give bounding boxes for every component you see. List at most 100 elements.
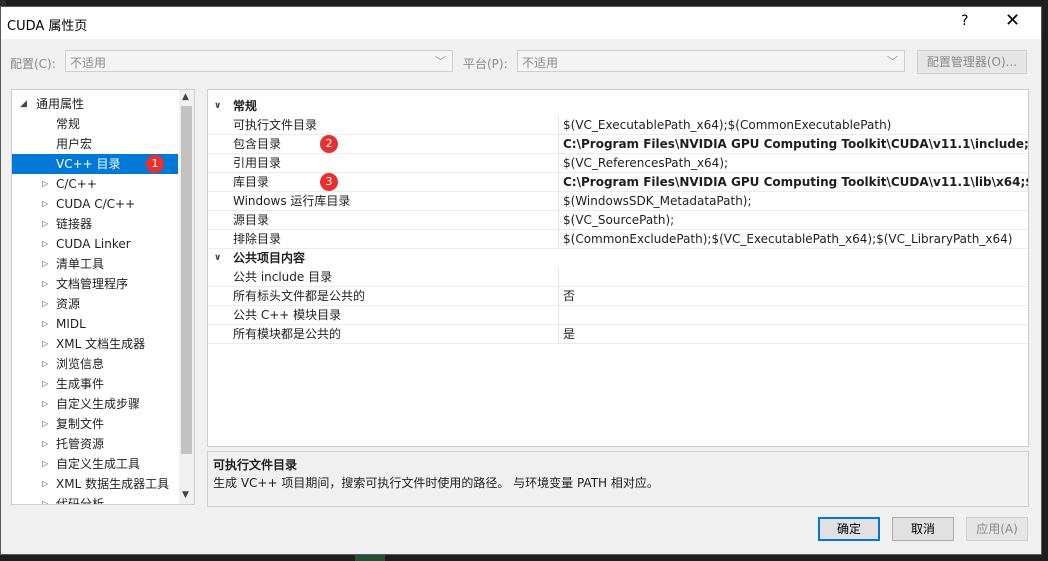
property-row[interactable]: 可执行文件目录 $(VC_ExecutablePath_x64);$(Common… [208,116,1028,135]
property-row[interactable]: 源目录 $(VC_SourcePath); [208,211,1028,230]
property-row[interactable]: 所有标头文件都是公共的 否 [208,287,1028,306]
property-name: 所有模块都是公共的 [233,327,342,341]
category-label: 公共项目内容 [233,251,306,265]
tree-item[interactable]: ▷ 浏览信息 [12,354,178,374]
collapsed-arrow-icon[interactable]: ▷ [42,374,48,394]
collapsed-arrow-icon[interactable]: ▷ [42,194,48,214]
row-separator [208,343,1028,344]
property-value[interactable]: $(VC_ReferencesPath_x64); [558,154,1028,173]
close-icon[interactable]: ✕ [1005,10,1020,31]
property-name: 包含目录 [233,137,282,151]
property-value[interactable]: $(WindowsSDK_MetadataPath); [558,192,1028,211]
collapsed-arrow-icon[interactable]: ▷ [42,254,48,274]
tree-item[interactable]: ▷ CUDA Linker [12,234,178,254]
collapsed-arrow-icon[interactable]: ▷ [42,334,48,354]
property-value[interactable]: 是 [558,325,1028,344]
cancel-button[interactable]: 取消 [892,517,954,541]
collapsed-arrow-icon[interactable]: ▷ [42,294,48,314]
collapsed-arrow-icon[interactable]: ▷ [42,454,48,474]
category-general[interactable]: ∨ 常规 [208,97,1028,116]
collapsed-arrow-icon[interactable]: ▷ [42,494,48,504]
tree-item[interactable]: ▷ XML 数据生成器工具 [12,474,178,494]
property-row[interactable]: 引用目录 $(VC_ReferencesPath_x64); [208,154,1028,173]
tree-item[interactable]: ▷ CUDA C/C++ [12,194,178,214]
tree-item[interactable]: ▷ 代码分析 [12,494,178,504]
property-value[interactable]: 否 [558,287,1028,306]
tree-item[interactable]: ▷ MIDL [12,314,178,334]
property-name: 所有标头文件都是公共的 [233,289,366,303]
property-row[interactable]: 所有模块都是公共的 是 [208,325,1028,344]
tree-item-label: 浏览信息 [56,357,105,371]
tree-item-label: 托管资源 [56,437,105,451]
collapsed-arrow-icon[interactable]: ▷ [42,394,48,414]
tree-item-label: 生成事件 [56,377,105,391]
tree-item[interactable]: ▷ 自定义生成工具 [12,454,178,474]
scroll-up-icon[interactable]: ▲ [182,92,189,102]
property-tree: ◢ 通用属性 常规 用户宏 VC++ 目录 1 ▷ C/C++ ▷ CUDA C/C++ ▷ 链接器 ▷… [11,89,195,505]
collapsed-arrow-icon[interactable]: ▷ [42,414,48,434]
property-row[interactable]: 公共 C++ 模块目录 [208,306,1028,325]
collapsed-arrow-icon[interactable]: ▷ [42,174,48,194]
background-editor-fragment [355,555,385,561]
property-value[interactable]: $(VC_ExecutablePath_x64);$(CommonExecuta… [558,116,1028,135]
tree-scrollbar[interactable]: ▲ ▼ [179,90,194,504]
tree-item[interactable]: ▷ 自定义生成步骤 [12,394,178,414]
apply-button[interactable]: 应用(A) [966,517,1028,541]
tree-item-label: 清单工具 [56,257,105,271]
property-row[interactable]: Windows 运行库目录 $(WindowsSDK_MetadataPath); [208,192,1028,211]
tree-item[interactable]: ▷ XML 文档生成器 [12,334,178,354]
property-row[interactable]: 库目录 C:\Program Files\NVIDIA GPU Computing… [208,173,1028,192]
property-name: 可执行文件目录 [233,118,318,132]
collapsed-arrow-icon[interactable]: ▷ [42,314,48,334]
tree-item[interactable]: VC++ 目录 1 [12,154,178,174]
config-dropdown[interactable]: 不适用 ﹀ [65,50,453,72]
tree-item[interactable]: ▷ 资源 [12,294,178,314]
collapsed-arrow-icon[interactable]: ▷ [42,434,48,454]
tree-root-label: 通用属性 [36,97,85,111]
help-icon[interactable]: ? [961,13,968,29]
property-value[interactable] [558,268,1028,287]
scroll-down-icon[interactable]: ▼ [182,490,189,500]
property-row[interactable]: 包含目录 C:\Program Files\NVIDIA GPU Computin… [208,135,1028,154]
expanded-chevron-icon[interactable]: ∨ [214,97,221,116]
tree-item[interactable]: ▷ 链接器 [12,214,178,234]
collapsed-arrow-icon[interactable]: ▷ [42,354,48,374]
collapsed-arrow-icon[interactable]: ▷ [42,234,48,254]
annotation-badge: 3 [320,173,338,191]
property-value[interactable]: C:\Program Files\NVIDIA GPU Computing To… [558,135,1028,154]
platform-dropdown-value: 不适用 [522,56,559,70]
property-grid: ∨ 常规可执行文件目录 $(VC_ExecutablePath_x64);$(Com… [207,89,1029,447]
property-value[interactable]: $(CommonExcludePath);$(VC_ExecutablePath… [558,230,1028,249]
scroll-thumb[interactable] [181,106,192,454]
tree-item-label: 资源 [56,297,81,311]
tree-item[interactable]: ▷ 清单工具 [12,254,178,274]
property-name: 公共 C++ 模块目录 [233,308,342,322]
property-row[interactable]: 排除目录 $(CommonExcludePath);$(VC_Executable… [208,230,1028,249]
property-value[interactable]: C:\Program Files\NVIDIA GPU Computing To… [558,173,1028,192]
config-manager-button[interactable]: 配置管理器(O)... [917,50,1027,74]
category-public-project-content[interactable]: ∨ 公共项目内容 [208,249,1028,268]
collapsed-arrow-icon[interactable]: ▷ [42,474,48,494]
tree-item[interactable]: ▷ C/C++ [12,174,178,194]
tree-item[interactable]: ▷ 托管资源 [12,434,178,454]
tree-item[interactable]: 用户宏 [12,134,178,154]
tree-item[interactable]: ▷ 生成事件 [12,374,178,394]
ok-button[interactable]: 确定 [818,517,880,541]
tree-item[interactable]: ▷ 复制文件 [12,414,178,434]
platform-dropdown[interactable]: 不适用 ﹀ [517,50,905,72]
expanded-chevron-icon[interactable]: ∨ [214,249,221,268]
collapsed-arrow-icon[interactable]: ▷ [42,274,48,294]
window-title: CUDA 属性页 [7,19,88,34]
collapsed-arrow-icon[interactable]: ▷ [42,214,48,234]
property-name: 库目录 [233,175,270,189]
configuration-bar: 配置(C): 不适用 ﹀ 平台(P): 不适用 ﹀ 配置管理器(O)... [1,49,1041,75]
tree-item[interactable]: ▷ 文档管理程序 [12,274,178,294]
tree-item-label: 链接器 [56,217,93,231]
property-value[interactable]: $(VC_SourcePath); [558,211,1028,230]
tree-item[interactable]: 常规 [12,114,178,134]
tree-item-label: 文档管理程序 [56,277,129,291]
property-row[interactable]: 公共 include 目录 [208,268,1028,287]
expanded-arrow-icon[interactable]: ◢ [20,94,27,114]
property-value[interactable] [558,306,1028,325]
tree-root-general-properties[interactable]: ◢ 通用属性 [12,94,178,114]
